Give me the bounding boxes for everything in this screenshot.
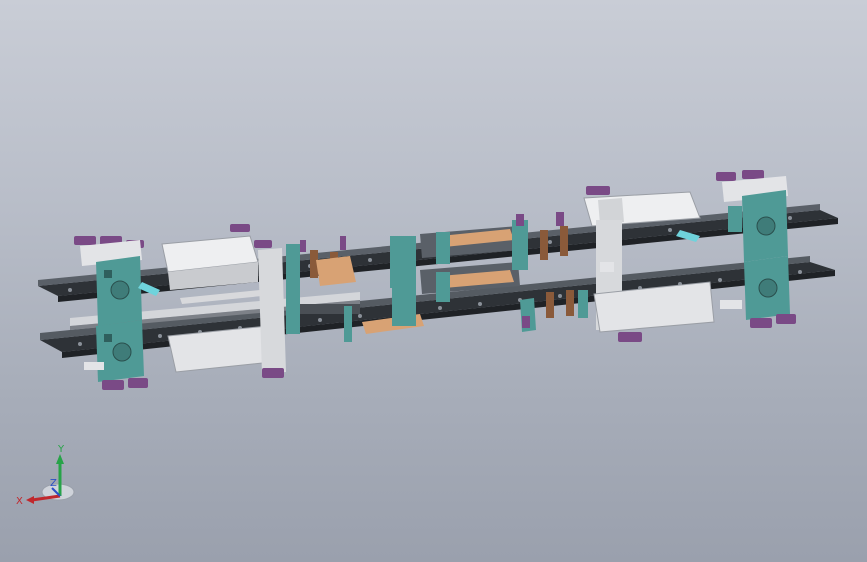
triad-x-label: X (16, 496, 23, 507)
right-housing (583, 186, 715, 342)
coordinate-triad: Y X Z (16, 444, 75, 507)
left-housing (161, 224, 286, 378)
triad-y-label: Y (57, 444, 65, 455)
cad-viewport[interactable]: Y X Z (0, 0, 867, 562)
conveyor-assembly-model[interactable] (0, 0, 867, 562)
triad-z-label: Z (50, 478, 57, 489)
